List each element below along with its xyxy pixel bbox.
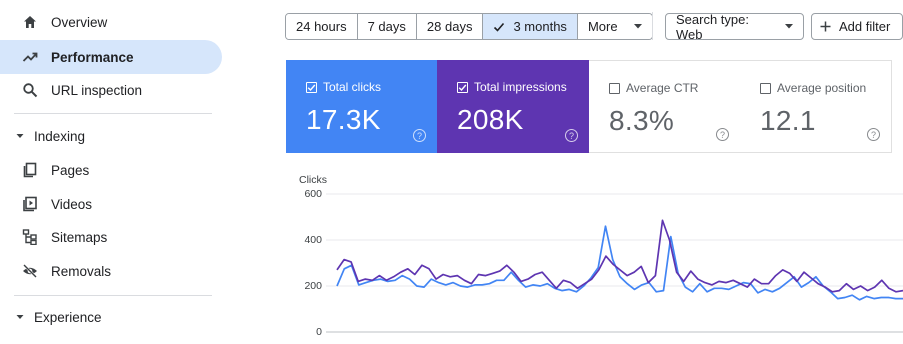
- sidebar-item-overview[interactable]: Overview: [0, 5, 222, 39]
- range-label: More: [587, 19, 618, 34]
- checkbox-checked-icon[interactable]: [306, 81, 317, 93]
- caret-down-icon: [15, 312, 25, 322]
- metric-card-total-impressions[interactable]: Total impressions 208K ?: [437, 60, 589, 153]
- video-icon: [21, 195, 39, 213]
- add-filter-button[interactable]: Add filter: [811, 13, 903, 40]
- range-label: 7 days: [367, 19, 406, 34]
- checkmark-icon: [493, 21, 505, 33]
- sitemap-icon: [21, 228, 39, 246]
- metric-label: Total impressions: [474, 80, 567, 94]
- search-type-dropdown[interactable]: Search type: Web: [665, 11, 804, 42]
- checkbox-checked-icon[interactable]: [457, 81, 468, 93]
- date-range-selector: 24 hours 7 days 28 days 3 months More: [285, 13, 653, 40]
- pages-icon: [21, 161, 39, 179]
- add-filter-label: Add filter: [839, 19, 891, 34]
- range-3-months[interactable]: 3 months: [483, 14, 578, 39]
- sidebar-item-label: URL inspection: [51, 82, 143, 98]
- y-tick-label: 0: [316, 326, 322, 338]
- sidebar-item-videos[interactable]: Videos: [0, 187, 222, 221]
- sidebar-item-removals[interactable]: Removals: [0, 254, 222, 288]
- metric-card-total-clicks[interactable]: Total clicks 17.3K ?: [286, 60, 437, 153]
- checkbox-unchecked-icon[interactable]: [760, 82, 771, 94]
- range-24-hours[interactable]: 24 hours: [286, 14, 358, 39]
- dropdown-arrow-icon: [785, 24, 793, 29]
- dropdown-arrow-icon: [633, 24, 642, 29]
- help-icon[interactable]: ?: [716, 128, 729, 141]
- sidebar-item-label: Overview: [51, 14, 108, 30]
- sidebar-item-url-inspection[interactable]: URL inspection: [0, 73, 222, 107]
- search-icon: [21, 81, 39, 99]
- metric-label: Average position: [777, 81, 867, 95]
- metric-label: Total clicks: [323, 80, 382, 94]
- sidebar-item-performance[interactable]: Performance: [0, 40, 222, 74]
- eye-off-icon: [21, 262, 39, 280]
- trending-up-icon: [21, 48, 39, 66]
- metric-label: Average CTR: [626, 81, 699, 95]
- help-icon[interactable]: ?: [413, 129, 426, 142]
- section-label: Indexing: [34, 128, 86, 144]
- plus-icon: [820, 21, 831, 32]
- sidebar-item-label: Pages: [51, 162, 90, 178]
- sidebar-item-label: Performance: [51, 49, 134, 65]
- sidebar-divider: [14, 113, 212, 114]
- caret-down-icon: [15, 131, 25, 141]
- section-label: Experience: [34, 309, 102, 325]
- y-tick-label: 200: [304, 280, 322, 292]
- sidebar: Overview Performance URL inspection Inde…: [0, 0, 222, 344]
- y-tick-label: 600: [304, 188, 322, 200]
- sidebar-item-pages[interactable]: Pages: [0, 153, 222, 187]
- help-icon[interactable]: ?: [867, 128, 880, 141]
- home-icon: [21, 13, 39, 31]
- range-7-days[interactable]: 7 days: [357, 14, 417, 39]
- section-indexing[interactable]: Indexing: [0, 121, 222, 151]
- performance-chart: [286, 153, 903, 344]
- y-tick-label: 400: [304, 234, 322, 246]
- range-label: 28 days: [426, 19, 473, 34]
- sidebar-item-label: Sitemaps: [51, 229, 108, 245]
- range-label: 3 months: [513, 19, 567, 34]
- sidebar-item-label: Removals: [51, 263, 112, 279]
- metric-card-average-position[interactable]: Average position 12.1 ?: [740, 60, 892, 153]
- checkbox-unchecked-icon[interactable]: [609, 82, 620, 94]
- sidebar-item-label: Videos: [51, 196, 93, 212]
- metric-card-average-ctr[interactable]: Average CTR 8.3% ?: [589, 60, 741, 153]
- chart-y-axis-label: Clicks: [299, 174, 327, 186]
- sidebar-divider: [14, 295, 212, 296]
- search-type-label: Search type: Web: [676, 11, 749, 42]
- help-icon[interactable]: ?: [565, 129, 578, 142]
- sidebar-item-sitemaps[interactable]: Sitemaps: [0, 220, 222, 254]
- range-more-dropdown[interactable]: More: [577, 14, 652, 39]
- range-label: 24 hours: [296, 19, 347, 34]
- section-experience[interactable]: Experience: [0, 302, 222, 332]
- toolbar-divider: [652, 12, 653, 40]
- range-28-days[interactable]: 28 days: [416, 14, 484, 39]
